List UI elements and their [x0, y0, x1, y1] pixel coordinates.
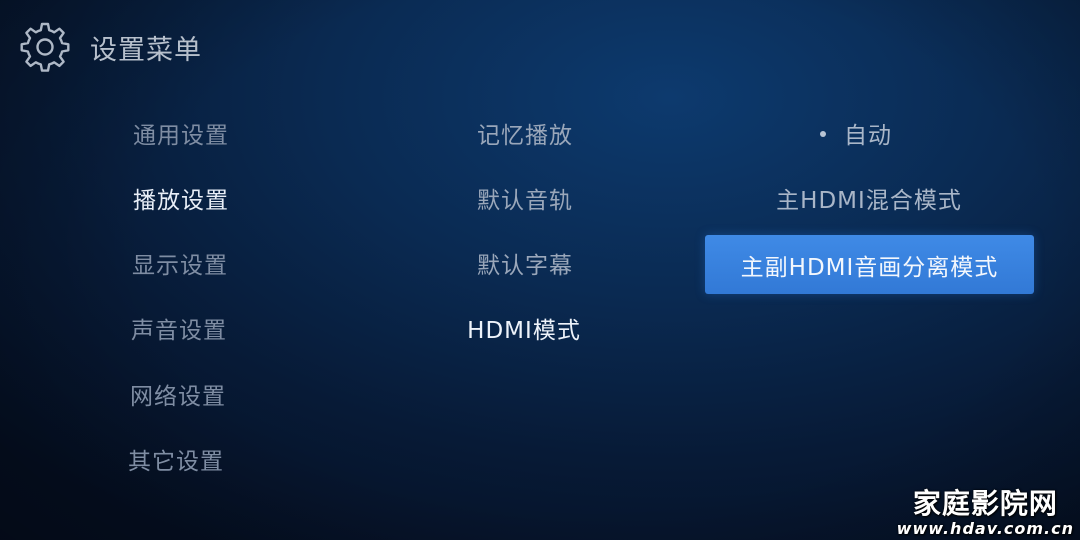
hdmi-mode-label: 自动: [844, 123, 892, 149]
hdmi-mode-item-separated-focused[interactable]: 主副HDMI音画分离模式: [705, 235, 1034, 294]
hdmi-mode-item-main-mixed[interactable]: 主HDMI混合模式: [776, 186, 962, 216]
settings-header: 设置菜单: [18, 22, 202, 72]
category-item-display[interactable]: 显示设置: [132, 251, 228, 281]
category-item-playback[interactable]: 播放设置: [133, 186, 229, 216]
watermark: 家庭影院网 www.hdav.com.cn: [897, 488, 1074, 538]
option-item-default-subtitle[interactable]: 默认字幕: [477, 251, 573, 281]
hdmi-mode-item-auto[interactable]: 自动: [820, 121, 892, 151]
watermark-url: www.hdav.com.cn: [896, 519, 1074, 538]
category-item-sound[interactable]: 声音设置: [131, 316, 227, 346]
watermark-name: 家庭影院网: [912, 487, 1058, 520]
category-item-other[interactable]: 其它设置: [128, 447, 224, 477]
selected-bullet-icon: [820, 130, 826, 137]
option-item-default-audio-track[interactable]: 默认音轨: [477, 186, 573, 216]
gear-icon: [20, 22, 70, 72]
option-item-resume-playback[interactable]: 记忆播放: [477, 121, 573, 151]
category-item-general[interactable]: 通用设置: [133, 121, 229, 151]
category-item-network[interactable]: 网络设置: [130, 382, 226, 412]
hdmi-mode-label: 主副HDMI音画分离模式: [740, 254, 999, 281]
page-title: 设置菜单: [90, 34, 202, 66]
option-item-hdmi-mode[interactable]: HDMI模式: [467, 316, 581, 346]
